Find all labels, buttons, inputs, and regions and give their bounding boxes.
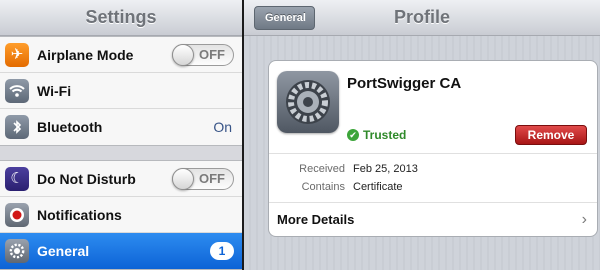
settings-gear-icon <box>277 71 339 133</box>
toggle-knob <box>172 167 194 190</box>
toggle-knob <box>172 43 194 66</box>
bluetooth-status: On <box>213 119 232 135</box>
settings-item-do-not-disturb[interactable]: ☾ Do Not Disturb OFF <box>0 161 242 197</box>
settings-item-general[interactable]: General 1 <box>0 233 242 269</box>
gear-icon <box>5 239 29 263</box>
settings-item-notifications[interactable]: Notifications <box>0 197 242 233</box>
trusted-label: Trusted <box>363 128 407 142</box>
back-button[interactable]: General <box>254 6 315 30</box>
remove-button[interactable]: Remove <box>515 125 587 145</box>
airplane-mode-toggle[interactable]: OFF <box>172 43 234 66</box>
notifications-icon <box>5 202 29 227</box>
settings-item-label: Do Not Disturb <box>37 170 136 187</box>
checkmark-icon: ✔ <box>347 129 359 141</box>
settings-group-connectivity: ✈ Airplane Mode OFF Wi-Fi Bluetooth On <box>0 36 242 146</box>
wifi-icon <box>5 78 29 103</box>
more-details-label: More Details <box>277 212 355 227</box>
settings-nav-bar: Settings <box>0 0 242 36</box>
metadata-row-contains: Contains Certificate <box>269 178 597 196</box>
update-badge: 1 <box>210 242 234 260</box>
metadata-key: Contains <box>301 181 345 193</box>
profile-header: PortSwigger CA ✔ Trusted Remove <box>269 61 597 153</box>
more-details-row[interactable]: More Details › <box>269 202 597 236</box>
settings-item-airplane-mode[interactable]: ✈ Airplane Mode OFF <box>0 37 242 73</box>
toggle-state-label: OFF <box>199 171 225 186</box>
chevron-right-icon: › <box>581 210 587 228</box>
do-not-disturb-toggle[interactable]: OFF <box>172 167 234 190</box>
settings-item-label: Wi-Fi <box>37 82 72 99</box>
settings-group-system: ☾ Do Not Disturb OFF Notifications Gener… <box>0 160 242 270</box>
profile-pane: General Profile PortSwigger CA ✔ Trusted… <box>244 0 600 270</box>
settings-title: Settings <box>85 7 157 27</box>
profile-metadata: Received Feb 25, 2013 Contains Certifica… <box>269 153 597 202</box>
settings-item-label: Airplane Mode <box>37 46 134 63</box>
profile-nav-bar: General Profile <box>244 0 600 36</box>
metadata-key: Received <box>299 163 345 175</box>
settings-item-bluetooth[interactable]: Bluetooth On <box>0 109 242 145</box>
settings-item-label: Notifications <box>37 206 122 223</box>
settings-item-wifi[interactable]: Wi-Fi <box>0 73 242 109</box>
settings-item-label: Bluetooth <box>37 119 103 135</box>
airplane-icon: ✈ <box>5 42 29 67</box>
profile-title: Profile <box>393 7 450 27</box>
metadata-value: Certificate <box>353 181 403 193</box>
metadata-value: Feb 25, 2013 <box>353 163 418 175</box>
settings-pane: Settings ✈ Airplane Mode OFF Wi-Fi Bluet… <box>0 0 242 270</box>
bluetooth-icon <box>5 115 29 139</box>
certificate-name: PortSwigger CA <box>347 75 462 92</box>
toggle-state-label: OFF <box>199 47 225 62</box>
metadata-row-received: Received Feb 25, 2013 <box>269 160 597 178</box>
profile-card: PortSwigger CA ✔ Trusted Remove Received… <box>268 60 598 237</box>
settings-item-label: General <box>37 243 90 259</box>
trusted-status: ✔ Trusted <box>347 128 406 142</box>
moon-icon: ☾ <box>5 166 29 191</box>
